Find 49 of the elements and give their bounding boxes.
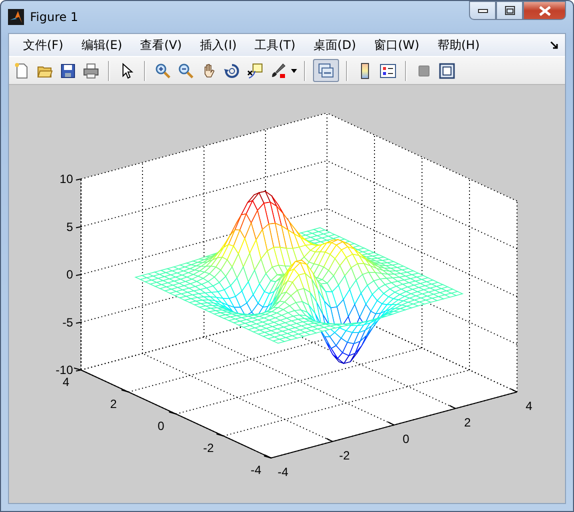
x-tick-label: 4 xyxy=(526,399,532,413)
y-tick-label: -2 xyxy=(203,441,214,455)
y-tick-label: 4 xyxy=(62,375,70,389)
menu-item[interactable]: 帮助(H) xyxy=(429,34,488,56)
menu-item[interactable]: 文件(F) xyxy=(15,34,72,56)
z-tick-label: -5 xyxy=(62,315,73,330)
z-tick-label: -10 xyxy=(56,363,73,377)
show-tools-tool-button[interactable] xyxy=(437,60,457,80)
zoom-in-icon xyxy=(155,62,171,78)
zoom-out-icon xyxy=(178,62,194,78)
x-tick-label: 2 xyxy=(464,416,471,430)
data-cursor-icon xyxy=(247,62,263,78)
show-tools-icon xyxy=(439,62,455,78)
close-button[interactable] xyxy=(523,1,566,20)
z-tick-label: 0 xyxy=(66,268,73,282)
x-tick-label: -4 xyxy=(278,465,288,479)
print-icon xyxy=(83,62,99,78)
minimize-button[interactable] xyxy=(469,1,496,20)
z-tick-label: 5 xyxy=(66,220,73,234)
save-icon xyxy=(60,62,76,78)
rotate-icon xyxy=(224,62,240,78)
new-icon xyxy=(14,62,30,78)
legend-icon xyxy=(380,62,396,78)
menu-item[interactable]: 查看(V) xyxy=(132,34,190,56)
menu-item[interactable]: 编辑(E) xyxy=(73,34,130,56)
print-tool-button[interactable] xyxy=(81,60,101,80)
link-icon xyxy=(318,62,334,78)
hide-tools-icon xyxy=(416,62,432,78)
close-icon xyxy=(538,6,550,16)
window-title: Figure 1 xyxy=(30,10,78,24)
arrow-icon[interactable] xyxy=(550,40,559,50)
dropdown-caret-icon[interactable] xyxy=(291,68,297,72)
menu-item[interactable]: 窗口(W) xyxy=(366,34,428,56)
menu-item[interactable]: 工具(T) xyxy=(246,34,304,56)
menu-item[interactable]: 桌面(D) xyxy=(305,34,364,56)
z-tick-label: 10 xyxy=(60,172,73,186)
y-tick-label: -4 xyxy=(250,463,262,477)
brush-icon xyxy=(270,62,286,78)
data-cursor-tool-button[interactable] xyxy=(245,60,265,80)
menu-item[interactable]: 插入(I) xyxy=(192,34,245,56)
y-tick-label: 2 xyxy=(110,397,117,411)
maximize-button[interactable] xyxy=(496,1,523,20)
app-logo-icon xyxy=(8,9,24,25)
maximize-icon xyxy=(504,6,514,15)
minimize-icon xyxy=(478,8,488,12)
x-tick-label: 0 xyxy=(402,432,410,446)
x-tick-label: -2 xyxy=(339,448,350,462)
y-tick-label: 0 xyxy=(158,419,164,433)
link-tool-button[interactable] xyxy=(313,59,339,82)
